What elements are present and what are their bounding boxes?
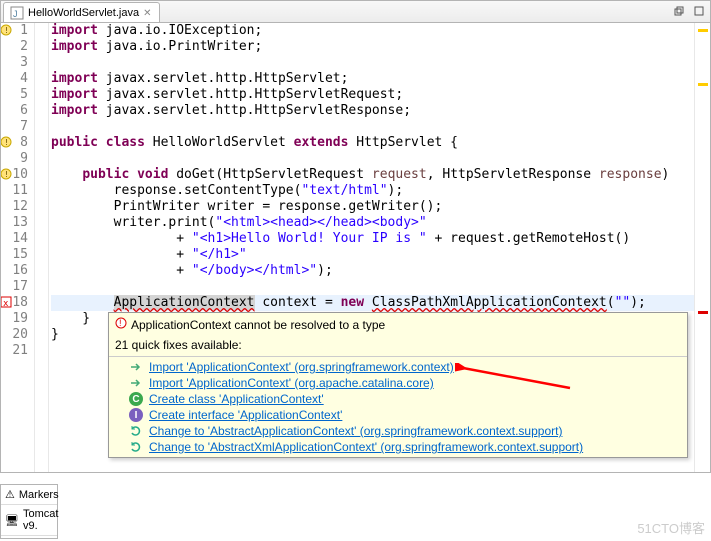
svg-text:x: x [3, 299, 9, 308]
quickfix-link[interactable]: Create interface 'ApplicationContext' [149, 408, 342, 422]
warning-marker[interactable] [698, 83, 708, 86]
code-line[interactable]: writer.print("<html><head></head><body>" [51, 215, 694, 231]
code-line[interactable]: public void doGet(HttpServletRequest req… [51, 167, 694, 183]
line-number: 6 [1, 103, 28, 119]
quickfix-item[interactable]: Import 'ApplicationContext' (org.apache.… [109, 375, 687, 391]
tooltip-error-text: ApplicationContext cannot be resolved to… [131, 318, 385, 332]
import-icon [129, 376, 143, 390]
line-number: 10! [1, 167, 28, 183]
code-line[interactable]: public class HelloWorldServlet extends H… [51, 135, 694, 151]
tab-title: HelloWorldServlet.java [28, 7, 139, 19]
quickfix-item[interactable]: Change to 'AbstractXmlApplicationContext… [109, 439, 687, 455]
quickfix-tooltip: ! ApplicationContext cannot be resolved … [108, 312, 688, 458]
change-icon [129, 440, 143, 454]
quickfix-item[interactable]: Import 'ApplicationContext' (org.springf… [109, 359, 687, 375]
line-number: 2 [1, 39, 28, 55]
import-icon [129, 360, 143, 374]
server-icon: 🖥 [5, 514, 19, 527]
quickfix-item[interactable]: Change to 'AbstractApplicationContext' (… [109, 423, 687, 439]
line-number-gutter: 1!2345678!910!1112131415161718x192021 [1, 23, 35, 472]
overview-ruler[interactable] [694, 23, 710, 472]
quickfix-link[interactable]: Import 'ApplicationContext' (org.apache.… [149, 376, 434, 390]
code-line[interactable] [51, 55, 694, 71]
warn-gutter-icon: ! [1, 136, 12, 148]
svg-text:!: ! [119, 318, 122, 328]
quickfix-item[interactable]: C Create class 'ApplicationContext' [109, 391, 687, 407]
svg-text:!: ! [4, 170, 9, 179]
svg-text:J: J [13, 9, 18, 19]
tomcat-tab[interactable]: 🖥 Tomcat v9. [1, 505, 57, 536]
quickfix-link[interactable]: Change to 'AbstractXmlApplicationContext… [149, 440, 583, 454]
error-marker[interactable] [698, 311, 708, 314]
tomcat-label: Tomcat v9. [23, 508, 58, 532]
line-number: 9 [1, 151, 28, 167]
close-icon[interactable]: ✕ [143, 8, 153, 18]
code-line[interactable]: import javax.servlet.http.HttpServlet; [51, 71, 694, 87]
svg-text:!: ! [4, 26, 9, 35]
code-line[interactable]: ApplicationContext context = new ClassPa… [51, 295, 694, 311]
error-gutter-icon: x [1, 296, 12, 308]
code-line[interactable]: + "</h1>" [51, 247, 694, 263]
watermark: 51CTO博客 [637, 518, 705, 537]
line-number: 12 [1, 199, 28, 215]
error-icon: ! [115, 317, 127, 332]
folding-ruler [35, 23, 49, 472]
line-number: 4 [1, 71, 28, 87]
code-line[interactable] [51, 151, 694, 167]
code-line[interactable] [51, 119, 694, 135]
editor-tab[interactable]: J HelloWorldServlet.java ✕ [3, 2, 160, 22]
line-number: 1! [1, 23, 28, 39]
quickfix-link[interactable]: Change to 'AbstractApplicationContext' (… [149, 424, 562, 438]
code-line[interactable]: import java.io.IOException; [51, 23, 694, 39]
svg-text:!: ! [4, 138, 9, 147]
line-number: 14 [1, 231, 28, 247]
quickfix-link[interactable]: Create class 'ApplicationContext' [149, 392, 324, 406]
code-line[interactable] [51, 279, 694, 295]
interface-icon: I [129, 408, 143, 422]
line-number: 3 [1, 55, 28, 71]
line-number: 7 [1, 119, 28, 135]
line-number: 15 [1, 247, 28, 263]
markers-tab[interactable]: ⚠ Markers [1, 485, 57, 505]
line-number: 16 [1, 263, 28, 279]
line-number: 13 [1, 215, 28, 231]
warn-gutter-icon: ! [1, 168, 12, 180]
bottom-view-panel: ⚠ Markers 🖥 Tomcat v9. [0, 484, 58, 539]
line-number: 20 [1, 327, 28, 343]
tab-bar: J HelloWorldServlet.java ✕ [1, 1, 710, 23]
tooltip-error-header: ! ApplicationContext cannot be resolved … [109, 313, 687, 336]
tooltip-subtitle: 21 quick fixes available: [109, 336, 687, 357]
markers-label: Markers [19, 489, 59, 501]
code-line[interactable]: + "<h1>Hello World! Your IP is " + reque… [51, 231, 694, 247]
java-file-icon: J [10, 6, 24, 20]
line-number: 21 [1, 343, 28, 359]
code-line[interactable]: response.setContentType("text/html"); [51, 183, 694, 199]
line-number: 11 [1, 183, 28, 199]
class-icon: C [129, 392, 143, 406]
line-number: 5 [1, 87, 28, 103]
quickfix-link[interactable]: Import 'ApplicationContext' (org.springf… [149, 360, 454, 374]
code-line[interactable]: import javax.servlet.http.HttpServletReq… [51, 87, 694, 103]
change-icon [129, 424, 143, 438]
code-line[interactable]: PrintWriter writer = response.getWriter(… [51, 199, 694, 215]
code-line[interactable]: import java.io.PrintWriter; [51, 39, 694, 55]
warn-gutter-icon: ! [1, 24, 12, 36]
quickfix-item[interactable]: I Create interface 'ApplicationContext' [109, 407, 687, 423]
quickfix-list: Import 'ApplicationContext' (org.springf… [109, 357, 687, 457]
warning-marker[interactable] [698, 29, 708, 32]
line-number: 19 [1, 311, 28, 327]
maximize-icon[interactable] [690, 3, 708, 19]
line-number: 17 [1, 279, 28, 295]
restore-icon[interactable] [670, 3, 688, 19]
markers-icon: ⚠ [5, 488, 15, 501]
line-number: 8! [1, 135, 28, 151]
line-number: 18x [1, 295, 28, 311]
code-line[interactable]: + "</body></html>"); [51, 263, 694, 279]
code-line[interactable]: import javax.servlet.http.HttpServletRes… [51, 103, 694, 119]
